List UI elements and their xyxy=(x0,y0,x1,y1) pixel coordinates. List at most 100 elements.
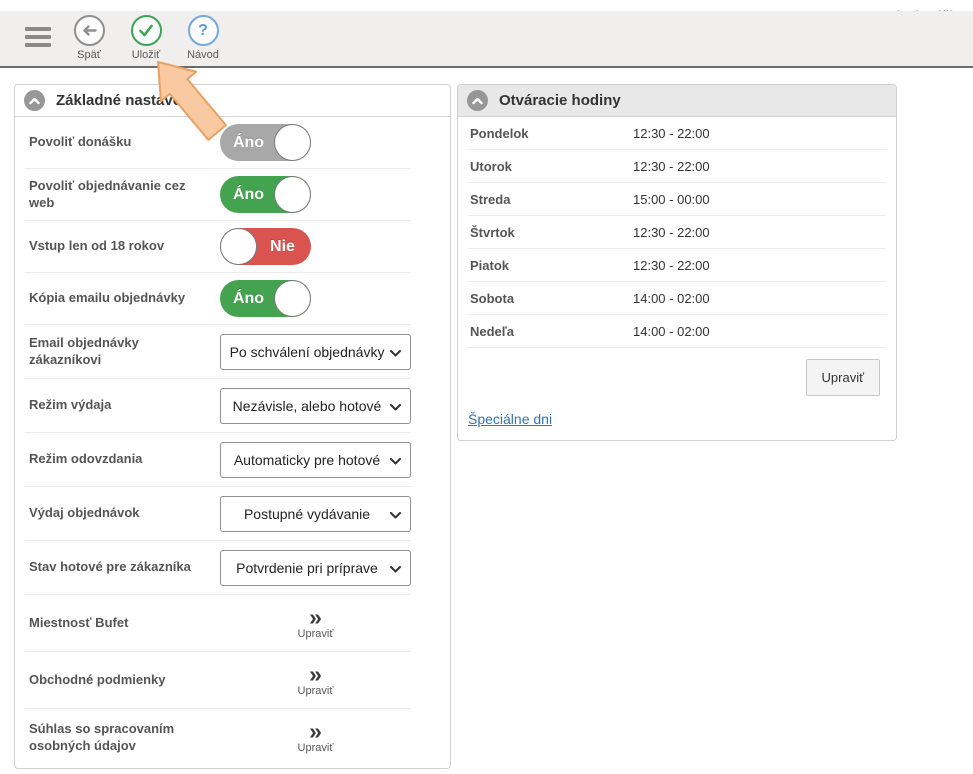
day-label: Sobota xyxy=(468,291,633,306)
setting-label: Obchodné podmienky xyxy=(25,672,220,688)
toolbar-buttons: Späť Uložiť ? Návod xyxy=(66,15,226,61)
main-content: Základné nastavenia Povoliť donášku Áno … xyxy=(14,84,897,769)
day-row-sobota: Sobota 14:00 - 02:00 xyxy=(468,282,886,315)
day-label: Nedeľa xyxy=(468,324,633,339)
setting-row-rezim-odovzdania: Režim odovzdania Automaticky pre hotové xyxy=(25,433,411,487)
day-label: Štvrtok xyxy=(468,225,633,240)
setting-label: Stav hotové pre zákazníka xyxy=(25,559,220,575)
day-row-pondelok: Pondelok 12:30 - 22:00 xyxy=(468,117,886,150)
opening-hours-rows: Pondelok 12:30 - 22:00 Utorok 12:30 - 22… xyxy=(458,117,896,348)
back-button-label: Späť xyxy=(77,49,101,61)
setting-row-obchodne-podmienky: Obchodné podmienky » Upraviť xyxy=(25,652,411,709)
day-label: Streda xyxy=(468,192,633,207)
basic-settings-rows: Povoliť donášku Áno Povoliť objednávanie… xyxy=(15,117,450,768)
toggle-value: Áno xyxy=(222,124,275,161)
setting-row-vydaj-objednavok: Výdaj objednávok Postupné vydávanie xyxy=(25,487,411,541)
basic-settings-header: Základné nastavenia xyxy=(15,85,450,117)
day-row-piatok: Piatok 12:30 - 22:00 xyxy=(468,249,886,282)
opening-hours-panel: Otváracie hodiny Pondelok 12:30 - 22:00 … xyxy=(457,84,897,441)
setting-row-rezim-vydaja: Režim výdaja Nezávisle, alebo hotové xyxy=(25,379,411,433)
toggle-objednavanie-web[interactable]: Áno xyxy=(220,176,311,213)
question-icon: ? xyxy=(188,15,219,46)
toggle-knob xyxy=(274,280,311,317)
edit-link-label: Upraviť xyxy=(298,742,334,754)
opening-hours-footer: Upraviť Špeciálne dni xyxy=(458,348,896,440)
select-value: Po schválení objednávky xyxy=(230,344,385,360)
setting-label: Súhlas so spracovaním osobných údajov xyxy=(25,721,220,754)
check-icon xyxy=(131,15,162,46)
select-rezim-odovzdania[interactable]: Automaticky pre hotové xyxy=(220,442,411,478)
setting-row-email-zakaznikovi: Email objednávky zákazníkovi Po schválen… xyxy=(25,325,411,379)
day-hours: 12:30 - 22:00 xyxy=(633,258,710,273)
edit-obchodne-podmienky[interactable]: » Upraviť xyxy=(220,664,411,697)
toggle-kopia-emailu[interactable]: Áno xyxy=(220,280,311,317)
day-hours: 12:30 - 22:00 xyxy=(633,126,710,141)
setting-label: Vstup len od 18 rokov xyxy=(25,238,220,254)
save-button-label: Uložiť xyxy=(132,49,161,61)
setting-label: Kópia emailu objednávky xyxy=(25,290,220,306)
setting-row-objednavanie-web: Povoliť objednávanie cez web Áno xyxy=(25,169,411,221)
day-label: Pondelok xyxy=(468,126,633,141)
select-stav-hotove[interactable]: Potvrdenie pri príprave xyxy=(220,550,411,586)
select-rezim-vydaja[interactable]: Nezávisle, alebo hotové xyxy=(220,388,411,424)
save-button[interactable]: Uložiť xyxy=(123,15,169,61)
day-label: Piatok xyxy=(468,258,633,273)
hamburger-menu-icon[interactable] xyxy=(25,27,51,47)
day-row-stvrtok: Štvrtok 12:30 - 22:00 xyxy=(468,216,886,249)
edit-link-label: Upraviť xyxy=(298,685,334,697)
basic-settings-title: Základné nastavenia xyxy=(56,92,203,109)
day-hours: 12:30 - 22:00 xyxy=(633,159,710,174)
day-hours: 14:00 - 02:00 xyxy=(633,324,710,339)
day-label: Utorok xyxy=(468,159,633,174)
chevron-down-icon xyxy=(390,512,401,519)
special-days-link[interactable]: Špeciálne dni xyxy=(468,411,552,427)
setting-row-povolit-donasku: Povoliť donášku Áno xyxy=(25,117,411,169)
setting-label: Email objednávky zákazníkovi xyxy=(25,335,220,368)
hamburger-bar xyxy=(25,35,51,39)
setting-row-miestnost-bufet: Miestnosť Bufet » Upraviť xyxy=(25,595,411,652)
setting-label: Výdaj objednávok xyxy=(25,505,220,521)
edit-suhlas-udaje[interactable]: » Upraviť xyxy=(220,721,411,754)
chevron-down-icon xyxy=(390,350,401,357)
setting-row-vstup-18: Vstup len od 18 rokov Nie xyxy=(25,221,411,273)
help-button[interactable]: ? Návod xyxy=(180,15,226,61)
select-value: Nezávisle, alebo hotové xyxy=(233,398,382,414)
back-button[interactable]: Späť xyxy=(66,15,112,61)
setting-label: Povoliť objednávanie cez web xyxy=(25,178,220,211)
day-row-utorok: Utorok 12:30 - 22:00 xyxy=(468,150,886,183)
toggle-knob xyxy=(274,124,311,161)
help-button-label: Návod xyxy=(187,49,219,61)
setting-label: Miestnosť Bufet xyxy=(25,615,220,631)
select-vydaj-objednavok[interactable]: Postupné vydávanie xyxy=(220,496,411,532)
double-chevron-right-icon: » xyxy=(309,664,322,684)
setting-row-kopia-emailu: Kópia emailu objednávky Áno xyxy=(25,273,411,325)
day-hours: 14:00 - 02:00 xyxy=(633,291,710,306)
toggle-value: Áno xyxy=(222,280,275,317)
basic-settings-panel: Základné nastavenia Povoliť donášku Áno … xyxy=(14,84,451,769)
select-value: Potvrdenie pri príprave xyxy=(236,560,378,576)
day-row-streda: Streda 15:00 - 00:00 xyxy=(468,183,886,216)
edit-link-label: Upraviť xyxy=(298,628,334,640)
chevron-down-icon xyxy=(390,458,401,465)
collapse-chevron-up-icon[interactable] xyxy=(467,90,488,111)
toggle-vstup-18[interactable]: Nie xyxy=(220,228,311,265)
select-value: Automaticky pre hotové xyxy=(234,452,380,468)
toggle-knob xyxy=(274,176,311,213)
toggle-value: Áno xyxy=(222,176,275,213)
setting-label: Režim výdaja xyxy=(25,397,220,413)
select-email-zakaznikovi[interactable]: Po schválení objednávky xyxy=(220,334,411,370)
edit-miestnost-bufet[interactable]: » Upraviť xyxy=(220,607,411,640)
opening-hours-title: Otváracie hodiny xyxy=(499,92,621,109)
toggle-knob xyxy=(220,228,257,265)
day-row-nedela: Nedeľa 14:00 - 02:00 xyxy=(468,315,886,348)
collapse-chevron-up-icon[interactable] xyxy=(24,90,45,111)
opening-hours-edit-button[interactable]: Upraviť xyxy=(806,359,880,396)
chevron-down-icon xyxy=(390,566,401,573)
setting-row-stav-hotove: Stav hotové pre zákazníka Potvrdenie pri… xyxy=(25,541,411,595)
back-arrow-icon xyxy=(74,15,105,46)
day-hours: 12:30 - 22:00 xyxy=(633,225,710,240)
toggle-povolit-donasku[interactable]: Áno xyxy=(220,124,311,161)
double-chevron-right-icon: » xyxy=(309,607,322,627)
toolbar: Späť Uložiť ? Návod xyxy=(0,11,973,68)
double-chevron-right-icon: » xyxy=(309,721,322,741)
